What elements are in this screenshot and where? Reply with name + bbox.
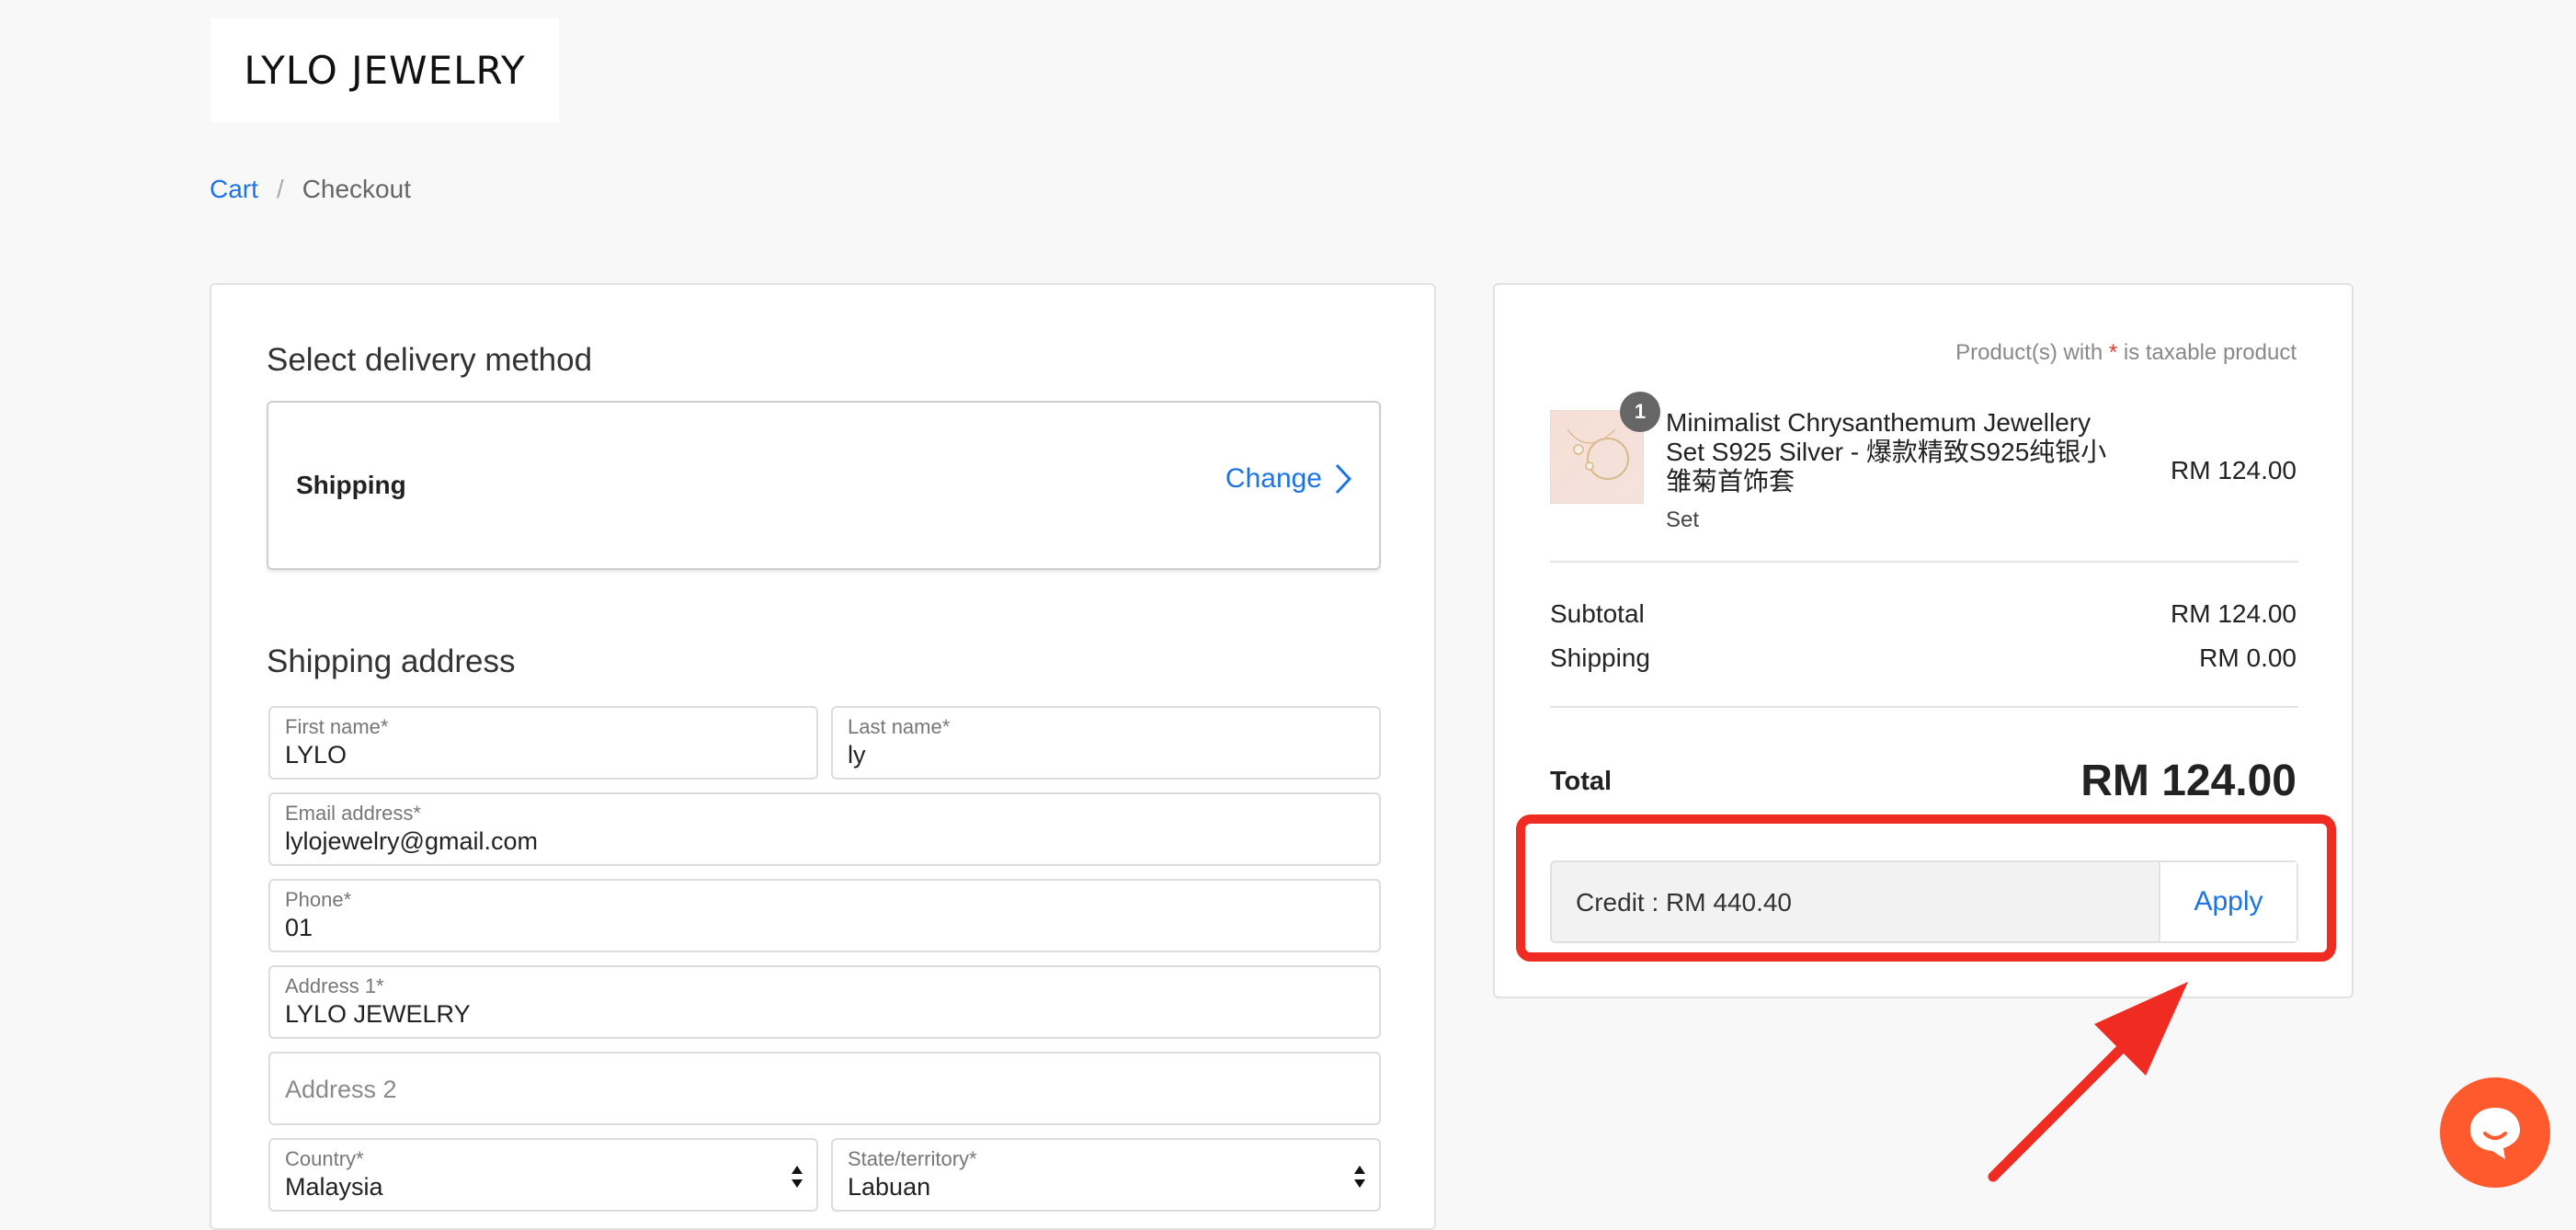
highlight-box	[1516, 814, 2336, 962]
first-name-field[interactable]: First name* LYLO	[268, 706, 818, 780]
phone-value: 01	[285, 914, 313, 941]
select-arrows-icon	[792, 1166, 803, 1188]
brand-logo[interactable]: LYLO JEWELRY	[211, 18, 559, 122]
change-delivery-button[interactable]: Change	[1225, 463, 1351, 495]
checkout-form-card: Select delivery method Shipping Change S…	[210, 283, 1436, 1230]
delivery-method-title: Select delivery method	[267, 342, 593, 378]
product-price: RM 124.00	[2171, 456, 2297, 484]
address2-field[interactable]: Address 2	[268, 1052, 1381, 1125]
select-arrows-icon	[1354, 1166, 1365, 1188]
email-field[interactable]: Email address* lylojewelry@gmail.com	[268, 792, 1381, 866]
breadcrumb-cart-link[interactable]: Cart	[210, 175, 258, 204]
state-label: State/territory*	[848, 1147, 977, 1170]
breadcrumb: Cart / Checkout	[210, 175, 411, 204]
taxable-star: *	[2108, 340, 2118, 365]
taxable-note: Product(s) with * is taxable product	[1955, 340, 2297, 366]
delivery-method-box: Shipping Change	[267, 401, 1381, 570]
country-value: Malaysia	[285, 1173, 383, 1201]
address1-label: Address 1*	[285, 974, 384, 997]
last-name-label: Last name*	[848, 715, 951, 738]
email-value: lylojewelry@gmail.com	[285, 827, 538, 855]
shipping-address-title: Shipping address	[267, 643, 516, 679]
country-select[interactable]: Country* Malaysia	[268, 1138, 818, 1212]
state-value: Labuan	[848, 1173, 931, 1201]
annotation-arrow	[1988, 982, 2188, 1182]
chevron-right-icon	[1335, 463, 1351, 495]
address1-field[interactable]: Address 1* LYLO JEWELRY	[268, 965, 1381, 1039]
product-name: Minimalist Chrysanthemum Jewellery Set S…	[1666, 408, 2107, 495]
last-name-field[interactable]: Last name* ly	[831, 706, 1381, 780]
breadcrumb-current: Checkout	[302, 175, 411, 203]
address1-value: LYLO JEWELRY	[285, 1000, 471, 1028]
first-name-label: First name*	[285, 715, 389, 738]
breadcrumb-separator: /	[276, 175, 284, 203]
taxable-note-prefix: Product(s) with	[1955, 340, 2109, 365]
shipping-value: RM 0.00	[2199, 643, 2297, 672]
total-value: RM 124.00	[2080, 757, 2297, 805]
shipping-label: Shipping	[1550, 643, 1650, 672]
first-name-value: LYLO	[285, 741, 348, 769]
country-label: Country*	[285, 1147, 364, 1170]
total-label: Total	[1550, 767, 1613, 796]
summary-divider	[1550, 706, 2298, 708]
phone-label: Phone*	[285, 888, 352, 911]
change-label: Change	[1225, 463, 1322, 494]
subtotal-label: Subtotal	[1550, 599, 1645, 628]
state-select[interactable]: State/territory* Labuan	[831, 1138, 1381, 1212]
email-label: Email address*	[285, 802, 421, 825]
delivery-method-label: Shipping	[296, 471, 406, 499]
last-name-value: ly	[848, 741, 866, 769]
taxable-note-suffix: is taxable product	[2117, 340, 2297, 365]
logo-text: LYLO JEWELRY	[244, 48, 526, 93]
product-variant: Set	[1666, 507, 1700, 532]
chat-icon	[2470, 1108, 2520, 1159]
quantity-badge: 1	[1620, 392, 1660, 432]
address2-placeholder: Address 2	[285, 1076, 397, 1103]
subtotal-value: RM 124.00	[2171, 599, 2297, 628]
chat-button[interactable]	[2440, 1077, 2550, 1188]
summary-divider	[1550, 561, 2298, 563]
phone-field[interactable]: Phone* 01	[268, 879, 1381, 952]
